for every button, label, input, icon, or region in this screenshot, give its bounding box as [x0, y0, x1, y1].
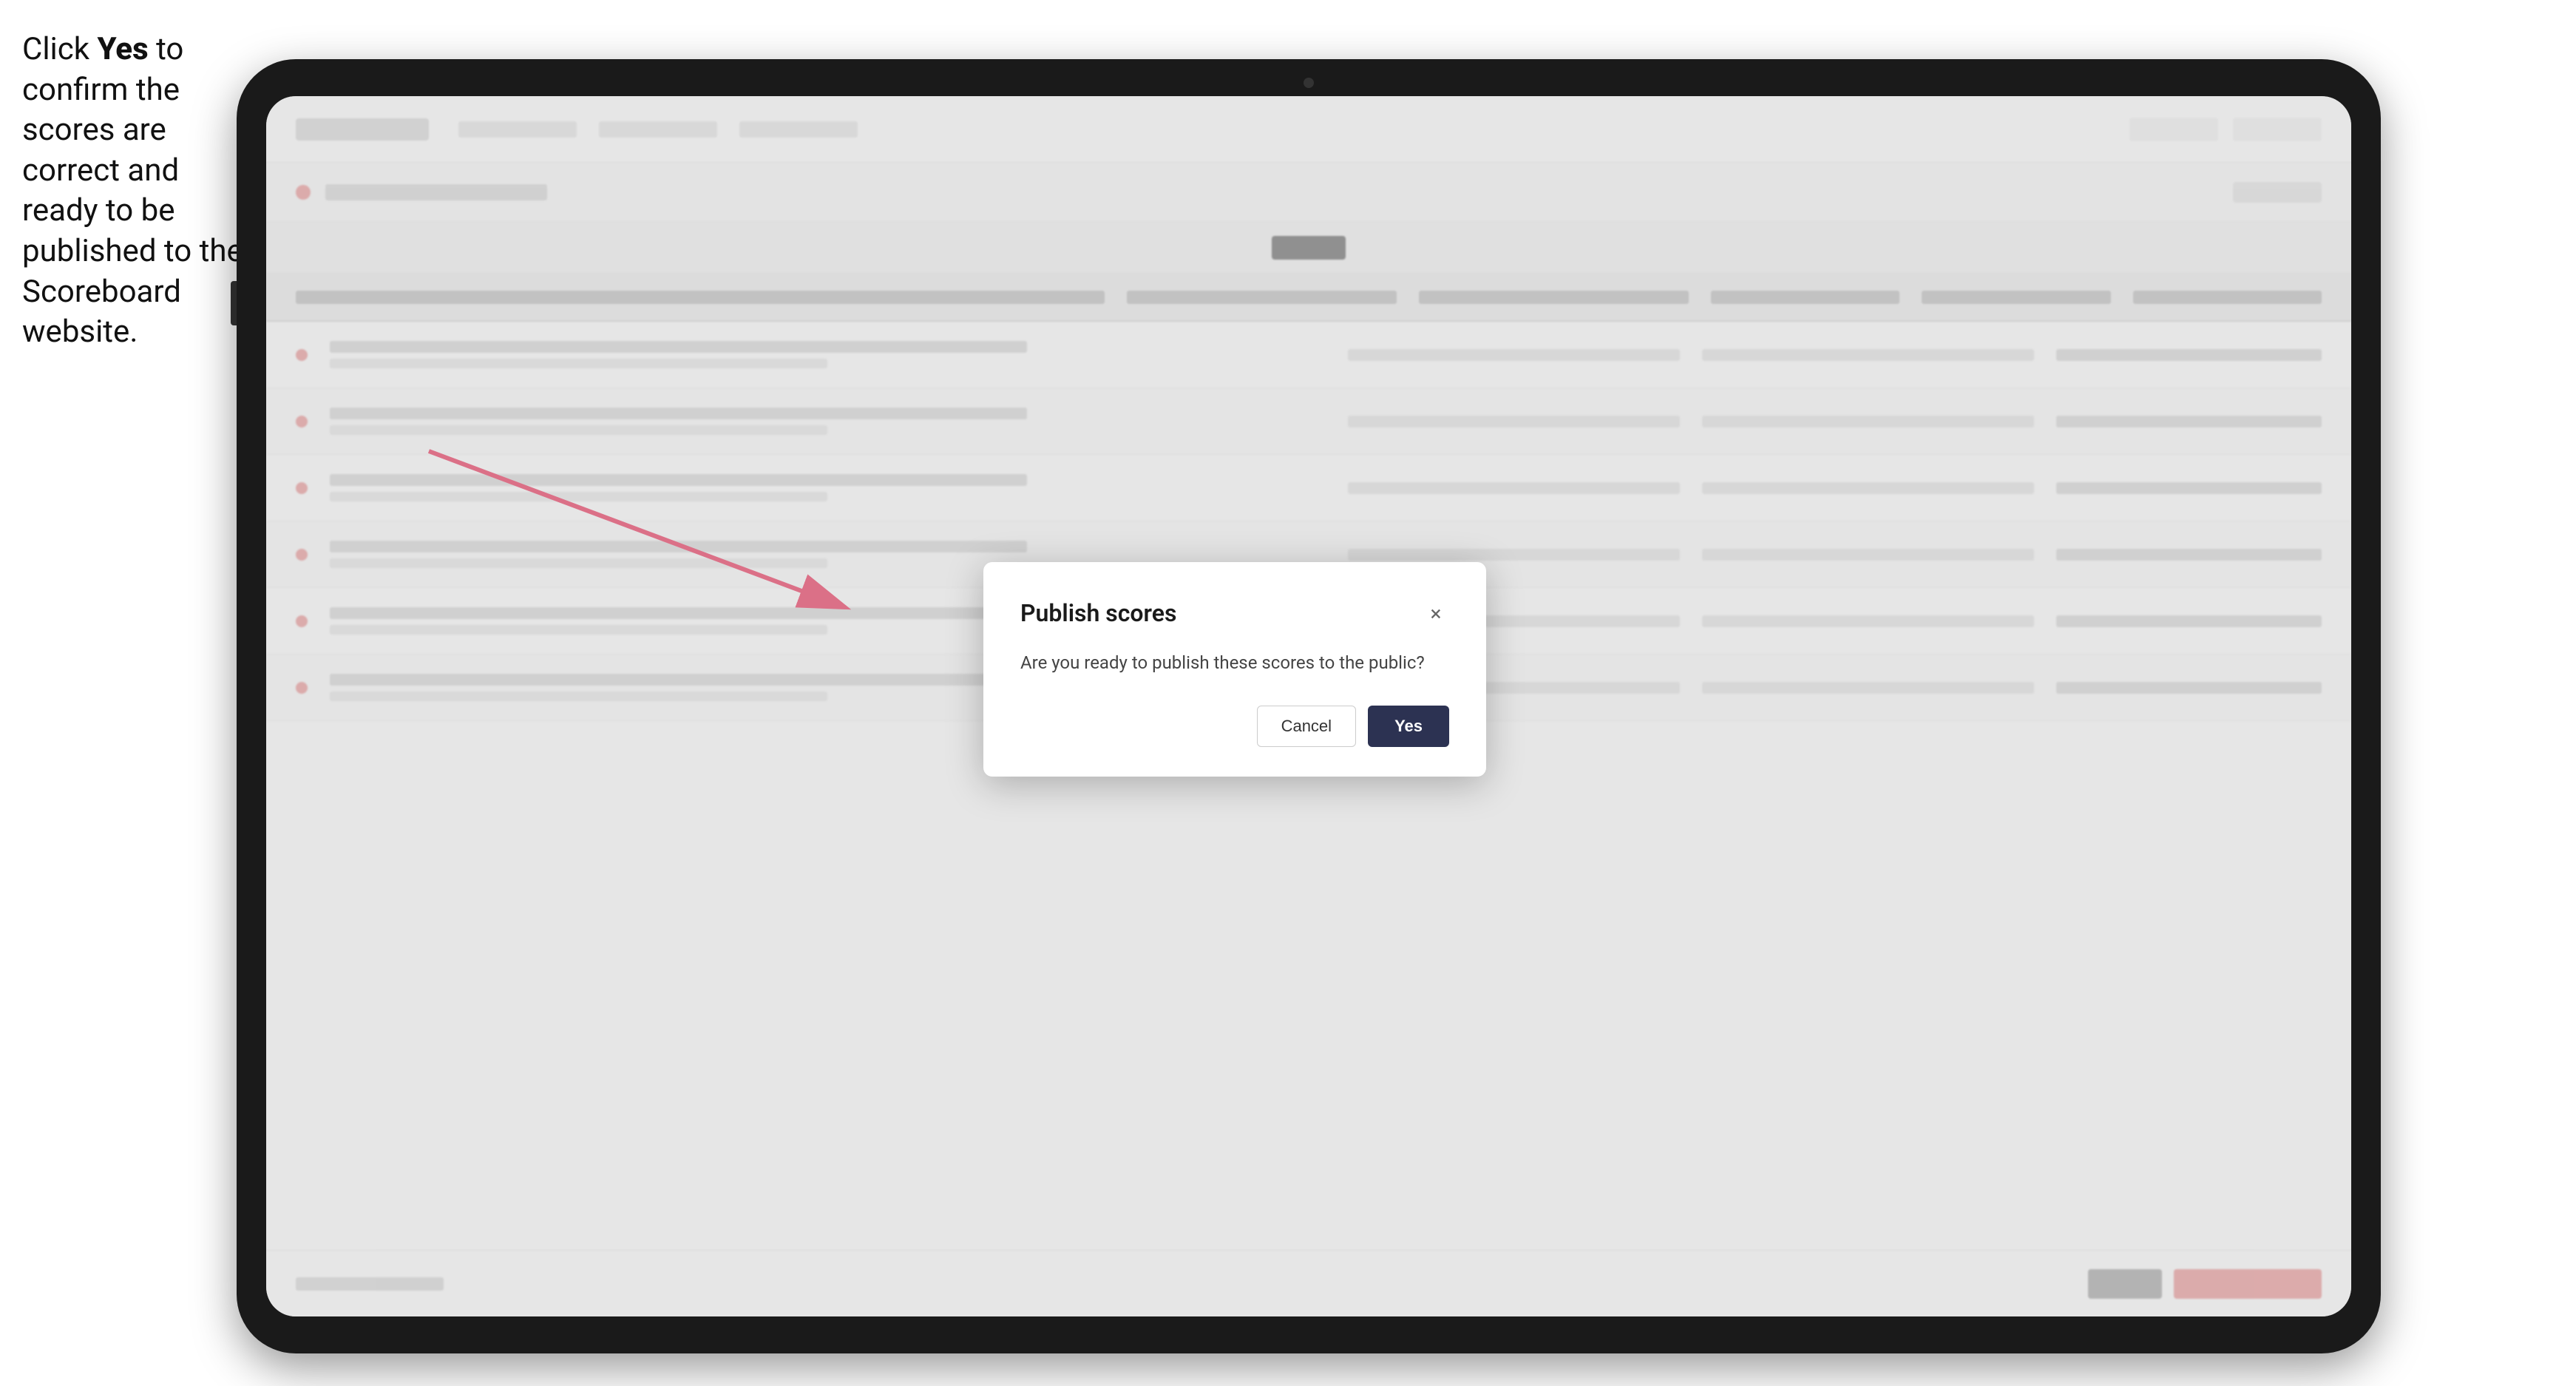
instruction-bold: Yes: [97, 31, 148, 67]
dialog-title: Publish scores: [1020, 599, 1176, 627]
dialog-footer: Cancel Yes: [1020, 706, 1449, 747]
dialog-body: Are you ready to publish these scores to…: [1020, 649, 1449, 676]
tablet: Publish scores × Are you ready to publis…: [237, 59, 2381, 1353]
instruction-rest: to confirm the scores are correct and re…: [22, 31, 243, 350]
yes-button[interactable]: Yes: [1368, 706, 1449, 747]
dialog-close-button[interactable]: ×: [1423, 600, 1449, 626]
instruction-text: Click Yes to confirm the scores are corr…: [22, 30, 244, 353]
tablet-screen: Publish scores × Are you ready to publis…: [266, 96, 2351, 1316]
cancel-button[interactable]: Cancel: [1257, 706, 1356, 747]
tablet-outer: Publish scores × Are you ready to publis…: [237, 59, 2381, 1353]
modal-overlay: Publish scores × Are you ready to publis…: [266, 96, 2351, 1316]
publish-scores-dialog: Publish scores × Are you ready to publis…: [983, 562, 1486, 777]
screen-content: Publish scores × Are you ready to publis…: [266, 96, 2351, 1316]
dialog-header: Publish scores ×: [1020, 599, 1449, 627]
